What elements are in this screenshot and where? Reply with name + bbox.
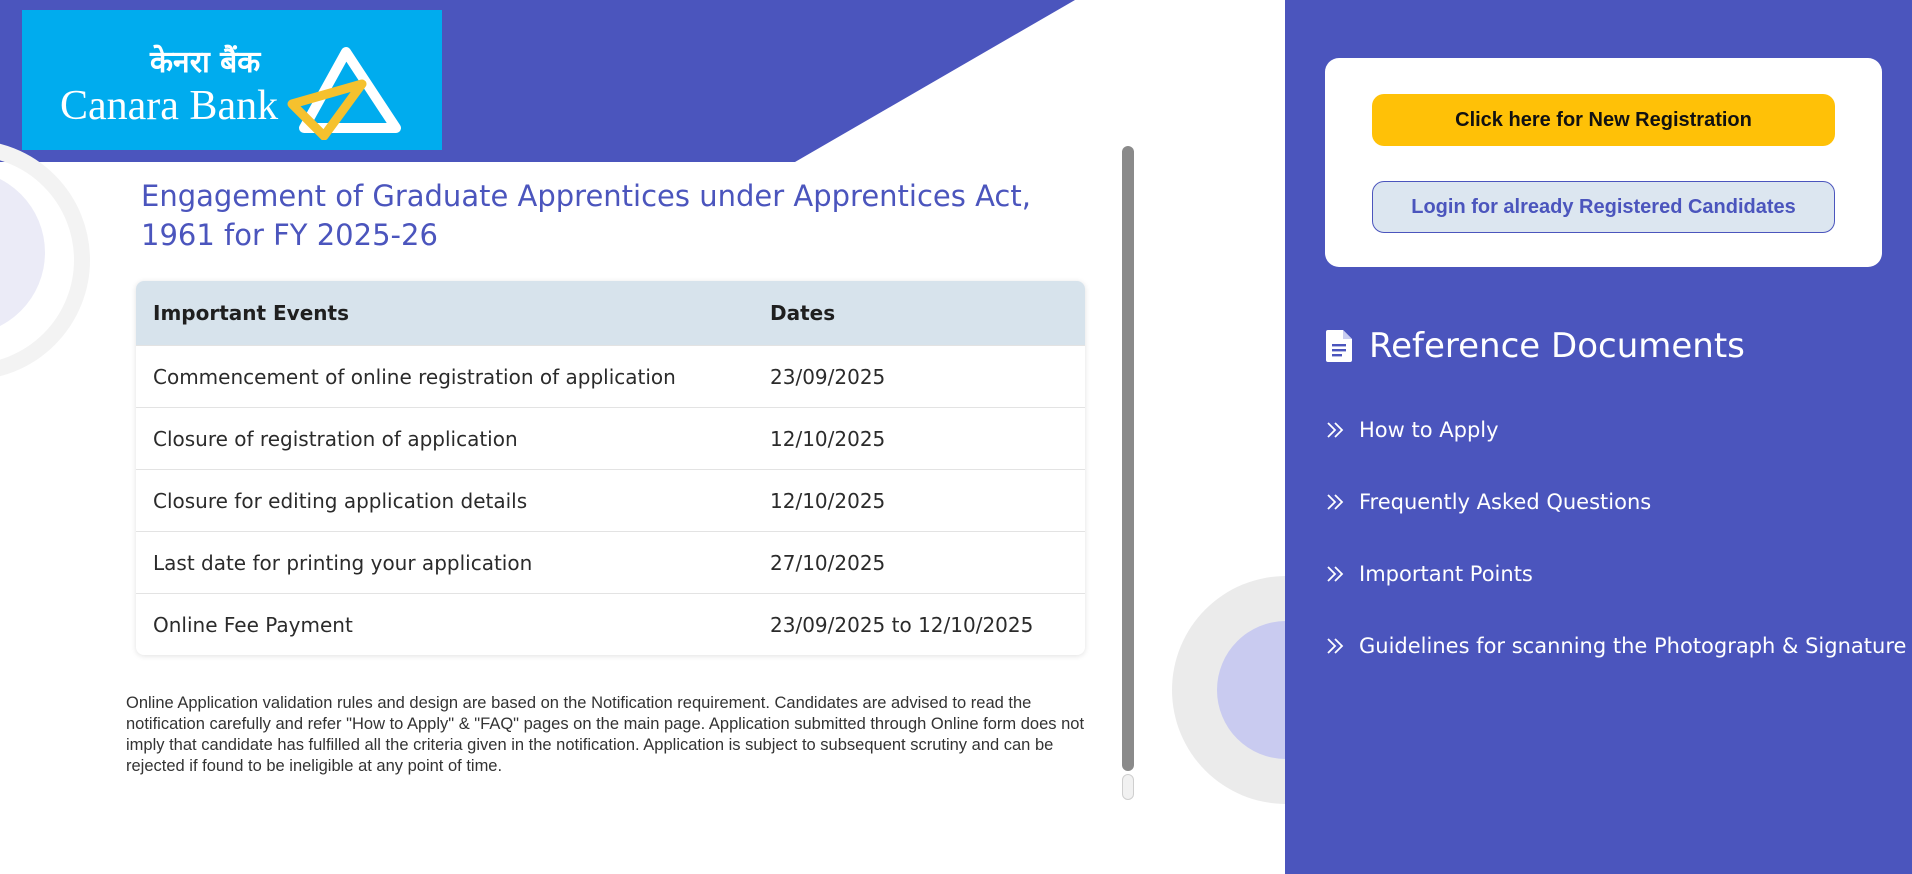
table-row: Closure for editing application details … bbox=[136, 469, 1085, 532]
table-row: Closure of registration of application 1… bbox=[136, 407, 1085, 470]
reference-link-how-to-apply[interactable]: How to Apply bbox=[1325, 394, 1906, 466]
document-icon bbox=[1326, 330, 1352, 362]
scrollbar-thumb[interactable] bbox=[1122, 146, 1134, 771]
event-cell: Online Fee Payment bbox=[136, 593, 753, 655]
event-cell: Last date for printing your application bbox=[136, 531, 753, 594]
logo-english-text: Canara Bank bbox=[60, 83, 279, 129]
event-cell: Closure of registration of application bbox=[136, 407, 753, 470]
reference-link-label[interactable]: Frequently Asked Questions bbox=[1359, 490, 1651, 514]
date-cell: 12/10/2025 bbox=[753, 407, 1085, 470]
reference-link-label[interactable]: How to Apply bbox=[1359, 418, 1499, 442]
double-chevron-right-icon bbox=[1327, 638, 1344, 654]
main-content-area: केनरा बैंक Canara Bank Engagement of Gra… bbox=[0, 0, 1285, 874]
event-cell: Commencement of online registration of a… bbox=[136, 345, 753, 408]
event-cell: Closure for editing application details bbox=[136, 469, 753, 532]
canara-triangle-logo-icon bbox=[287, 47, 401, 140]
date-cell: 23/09/2025 bbox=[753, 345, 1085, 408]
double-chevron-right-icon bbox=[1327, 422, 1344, 438]
content-scrollbar[interactable] bbox=[1120, 146, 1136, 802]
double-chevron-right-icon bbox=[1327, 566, 1344, 582]
table-row: Last date for printing your application … bbox=[136, 531, 1085, 594]
content-panel: Engagement of Graduate Apprentices under… bbox=[120, 162, 1100, 802]
scrollbar-end-cap[interactable] bbox=[1122, 774, 1134, 800]
column-header-dates: Dates bbox=[753, 281, 1085, 346]
reference-documents-list: How to Apply Frequently Asked Questions … bbox=[1325, 394, 1906, 682]
date-cell: 27/10/2025 bbox=[753, 531, 1085, 594]
double-chevron-right-icon bbox=[1327, 494, 1344, 510]
canara-bank-logo: केनरा बैंक Canara Bank bbox=[22, 10, 442, 150]
page-title: Engagement of Graduate Apprentices under… bbox=[141, 179, 1031, 252]
date-cell: 23/09/2025 to 12/10/2025 bbox=[753, 593, 1085, 655]
disclaimer-notice: Online Application validation rules and … bbox=[126, 694, 1085, 775]
table-row: Online Fee Payment 23/09/2025 to 12/10/2… bbox=[136, 593, 1085, 655]
table-row: Commencement of online registration of a… bbox=[136, 345, 1085, 408]
registration-card: Click here for New Registration Login fo… bbox=[1325, 58, 1882, 267]
table-header-row: Important Events Dates bbox=[136, 281, 1085, 346]
new-registration-button[interactable]: Click here for New Registration bbox=[1372, 94, 1835, 146]
reference-link-label[interactable]: Important Points bbox=[1359, 562, 1533, 586]
logo-hindi-text: केनरा बैंक bbox=[150, 45, 261, 80]
important-events-table: Important Events Dates Commencement of o… bbox=[136, 281, 1085, 655]
right-sidebar: Click here for New Registration Login fo… bbox=[1285, 0, 1912, 874]
reference-link-scanning-guidelines[interactable]: Guidelines for scanning the Photograph &… bbox=[1325, 610, 1906, 682]
reference-documents-heading: Reference Documents bbox=[1325, 326, 1745, 366]
column-header-events: Important Events bbox=[136, 281, 753, 346]
reference-link-label[interactable]: Guidelines for scanning the Photograph &… bbox=[1359, 634, 1906, 658]
login-registered-button[interactable]: Login for already Registered Candidates bbox=[1372, 181, 1835, 233]
decorative-circle-ring bbox=[0, 140, 90, 380]
reference-link-faq[interactable]: Frequently Asked Questions bbox=[1325, 466, 1906, 538]
reference-link-important-points[interactable]: Important Points bbox=[1325, 538, 1906, 610]
reference-heading-text: Reference Documents bbox=[1369, 326, 1745, 366]
date-cell: 12/10/2025 bbox=[753, 469, 1085, 532]
